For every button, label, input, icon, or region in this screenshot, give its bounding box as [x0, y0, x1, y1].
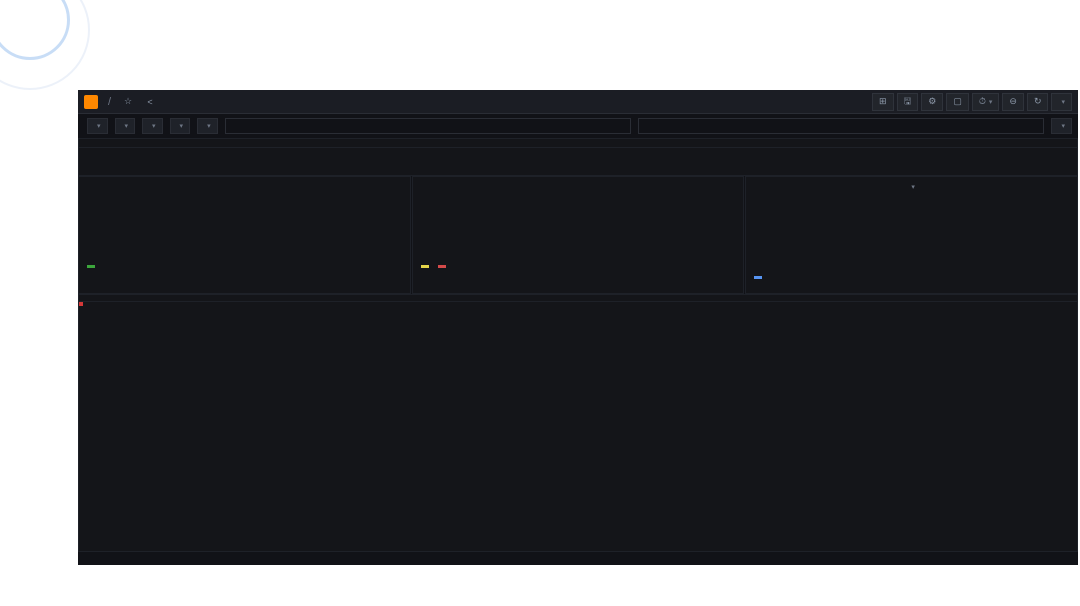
time-picker[interactable]: ⏱ ▾ [972, 93, 1000, 111]
filter-request-type-input[interactable] [225, 118, 631, 134]
error-count-panel[interactable] [412, 176, 745, 294]
add-panel-button[interactable]: ⊞ [872, 93, 894, 111]
filter-cluster[interactable]: ▾ [87, 118, 108, 134]
latency-chart [750, 194, 1073, 276]
request-log-panel [78, 294, 1078, 552]
topbar: / ☆ < ⊞ 🖫 ⚙ ▢ ⏱ ▾ ⊖ ↻ ▾ [78, 90, 1078, 114]
tv-mode-button[interactable]: ▢ [946, 93, 969, 111]
latency-histogram-panel[interactable]: ▾ [745, 176, 1078, 294]
help-doc-title [79, 139, 1077, 148]
highlight-box [79, 302, 83, 306]
zoom-out-button[interactable]: ⊖ [1002, 93, 1024, 111]
summary-count-panel[interactable] [78, 176, 411, 294]
grafana-dashboard: / ☆ < ⊞ 🖫 ⚙ ▢ ⏱ ▾ ⊖ ↻ ▾ ▾ ▾ ▾ ▾ ▾ ▾ [78, 90, 1078, 565]
summary-chart [83, 183, 406, 265]
star-icon[interactable]: ☆ [119, 93, 137, 111]
filter-vm[interactable]: ▾ [170, 118, 191, 134]
filter-workload[interactable]: ▾ [142, 118, 163, 134]
filterbar: ▾ ▾ ▾ ▾ ▾ ▾ [78, 114, 1078, 138]
share-icon[interactable]: < [141, 93, 159, 111]
refresh-dropdown[interactable]: ▾ [1051, 93, 1072, 111]
settings-button[interactable]: ⚙ [921, 93, 943, 111]
breadcrumb[interactable]: / [104, 96, 115, 108]
filter-protocol[interactable]: ▾ [197, 118, 218, 134]
error-chart [417, 183, 740, 265]
save-button[interactable]: 🖫 [897, 93, 919, 111]
help-doc-panel [78, 138, 1078, 176]
filter-status[interactable]: ▾ [1051, 118, 1072, 134]
filter-request-resource-input[interactable] [638, 118, 1044, 134]
refresh-button[interactable]: ↻ [1027, 93, 1049, 111]
filter-namespace[interactable]: ▾ [115, 118, 136, 134]
grafana-logo-icon[interactable] [84, 95, 98, 109]
